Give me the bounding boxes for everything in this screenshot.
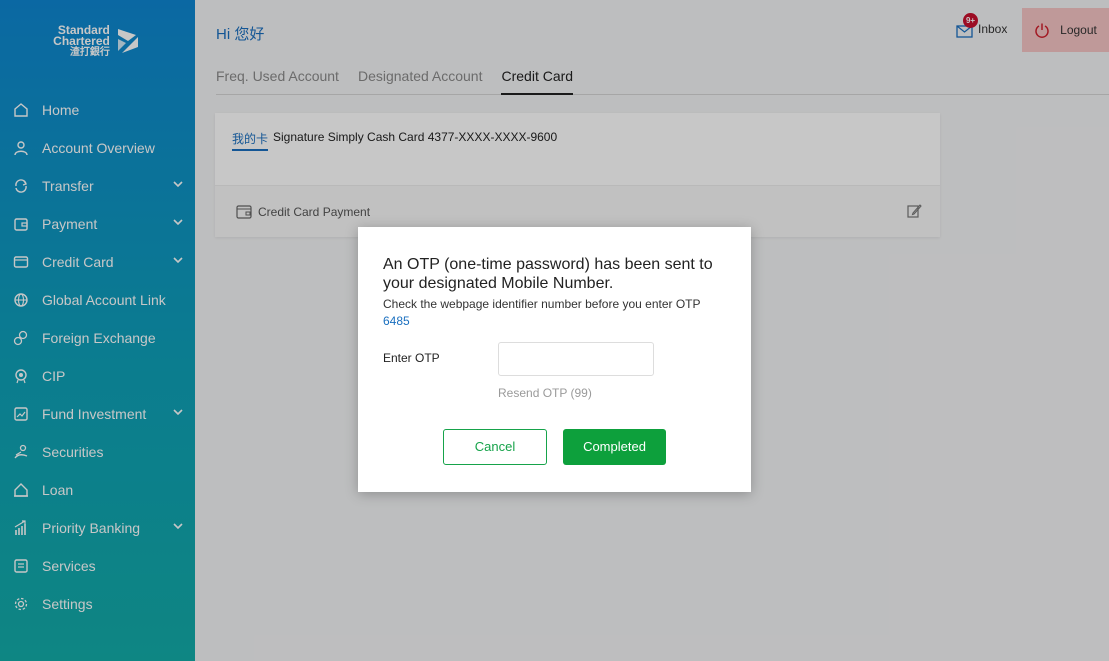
completed-button[interactable]: Completed xyxy=(563,429,666,465)
cancel-button[interactable]: Cancel xyxy=(443,429,547,465)
otp-input[interactable] xyxy=(498,342,654,376)
otp-dialog: An OTP (one-time password) has been sent… xyxy=(358,227,751,492)
otp-label: Enter OTP xyxy=(383,351,440,365)
otp-dialog-title: An OTP (one-time password) has been sent… xyxy=(383,256,713,292)
webpage-identifier: 6485 xyxy=(383,314,410,328)
otp-dialog-subtitle: Check the webpage identifier number befo… xyxy=(383,297,701,311)
resend-otp-link[interactable]: Resend OTP (99) xyxy=(498,386,592,400)
